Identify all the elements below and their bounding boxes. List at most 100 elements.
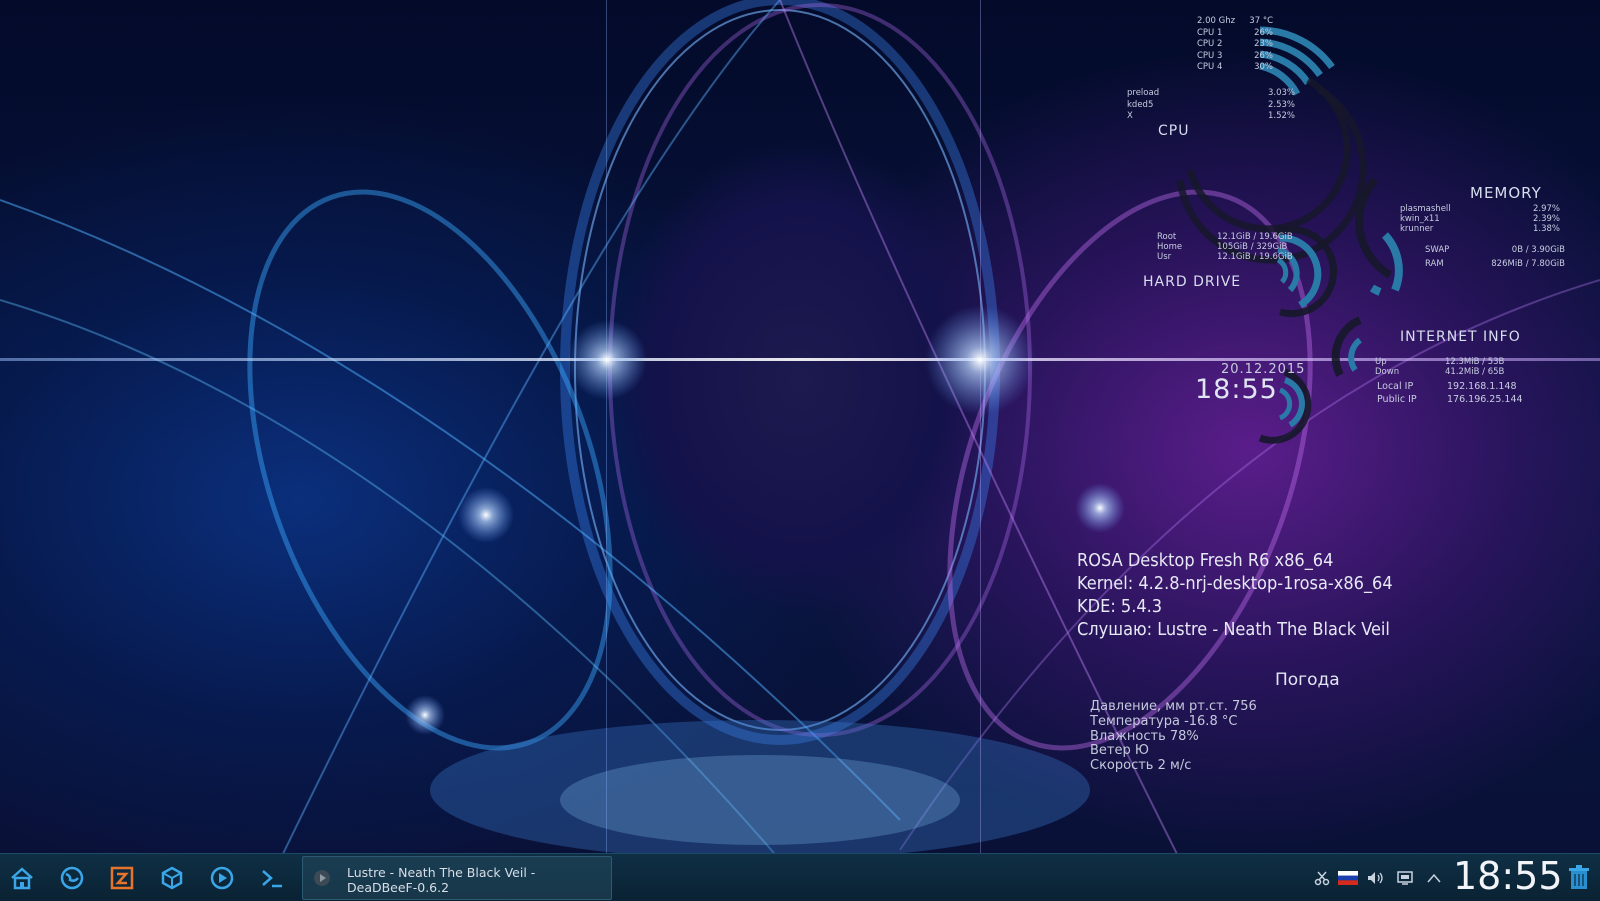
cpu-core-row: CPU 1 26% — [1197, 28, 1273, 40]
home-icon — [11, 867, 33, 890]
weather-wind-speed: Скорость 2 м/с — [1090, 758, 1192, 774]
cpu-title: CPU — [1158, 123, 1190, 139]
memory-usage: SWAP 0B / 3.90GiB RAM 826MiB / 7.80GiB — [1425, 243, 1565, 271]
cpu-header: 2.00 Ghz 37 °C CPU 1 26% CPU 2 23% CPU 3… — [1197, 16, 1273, 74]
arrow-up-icon — [1427, 873, 1441, 883]
task-title-line2: DeaDBeeF-0.6.2 — [347, 880, 450, 895]
browser-launcher[interactable] — [58, 864, 86, 892]
cpu-core-value: 26% — [1254, 50, 1273, 61]
terminal-launcher[interactable] — [258, 864, 286, 892]
ram-row: RAM 826MiB / 7.80GiB — [1425, 257, 1565, 271]
memory-process-row: krunner 1.38% — [1400, 224, 1560, 234]
internet-traffic: Up 12.3MiB / 53B Down 41.2MiB / 65B — [1375, 357, 1545, 377]
trash-tray[interactable] — [1566, 864, 1592, 892]
swap-row: SWAP 0B / 3.90GiB — [1425, 243, 1565, 257]
os-line: ROSA Desktop Fresh R6 x86_64 — [1077, 550, 1334, 571]
weather-title: Погода — [1275, 670, 1340, 690]
process-name: plasmashell — [1400, 204, 1451, 214]
net-value: 12.3MiB / 53B — [1445, 357, 1505, 367]
process-value: 2.39% — [1532, 214, 1560, 224]
process-name: kwin_x11 — [1400, 214, 1440, 224]
filezilla-icon — [110, 866, 134, 890]
network-tray[interactable] — [1395, 868, 1415, 888]
network-icon — [1397, 871, 1413, 885]
weather-info: Давление, мм рт.ст. 756 Температура -16.… — [1090, 699, 1257, 774]
process-value: 1.52% — [1267, 111, 1295, 121]
net-row: Up 12.3MiB / 53B — [1375, 357, 1545, 367]
swap-label: SWAP — [1425, 245, 1450, 255]
cpu-core-row: CPU 3 26% — [1197, 51, 1273, 63]
drive-value: 12.1GiB / 19.6GiB — [1217, 232, 1293, 242]
cpu-process-list: preload 3.03% kded5 2.53% X 1.52% — [1127, 88, 1295, 123]
cpu-core-value: 30% — [1254, 62, 1273, 72]
cpu-core-name: CPU 1 — [1197, 27, 1223, 38]
hard-drive-title: HARD DRIVE — [1143, 274, 1242, 290]
hard-drive-list: Root 12.1GiB / 19.6GiB Home 105GiB / 329Gi… — [1157, 232, 1293, 262]
task-title: Lustre - Neath The Black Veil - DeaDBeeF… — [347, 865, 535, 895]
trash-icon — [1569, 865, 1589, 889]
memory-gauge — [1355, 177, 1403, 296]
process-name: krunner — [1400, 224, 1434, 234]
cpu-process-row: kded5 2.53% — [1127, 100, 1295, 112]
cpu-core-name: CPU 4 — [1197, 62, 1223, 72]
taskbar-clock[interactable]: 18:55 — [1453, 854, 1563, 898]
process-value: 2.53% — [1267, 99, 1295, 110]
memory-process-row: plasmashell 2.97% — [1400, 204, 1560, 214]
browser-icon — [60, 866, 84, 890]
task-deadbeef[interactable]: Lustre - Neath The Black Veil - DeaDBeeF… — [302, 856, 612, 900]
cpu-core-name: CPU 2 — [1197, 39, 1223, 49]
filezilla-launcher[interactable] — [108, 864, 136, 892]
taskbar: Lustre - Neath The Black Veil - DeaDBeeF… — [0, 853, 1600, 901]
internet-title: INTERNET INFO — [1400, 329, 1521, 345]
net-row: Public IP 176.196.25.144 — [1377, 394, 1547, 407]
package-launcher[interactable] — [158, 864, 186, 892]
process-value: 1.38% — [1532, 224, 1560, 234]
net-label: Local IP — [1377, 381, 1414, 392]
net-row: Down 41.2MiB / 65B — [1375, 367, 1545, 377]
drive-name: Usr — [1157, 252, 1172, 262]
net-value: 176.196.25.144 — [1447, 393, 1523, 405]
volume-tray[interactable] — [1366, 868, 1386, 888]
internet-gauge — [1331, 316, 1362, 377]
cpu-temp: 37 °C — [1249, 16, 1273, 26]
task-title-line1: Lustre - Neath The Black Veil - — [347, 865, 536, 880]
media-player-icon — [210, 866, 234, 890]
conky-time: 18:55 — [1195, 374, 1278, 405]
weather-wind-direction: Ветер Ю — [1090, 743, 1149, 759]
weather-pressure: Давление, мм рт.ст. 756 — [1090, 699, 1257, 714]
ram-label: RAM — [1425, 259, 1444, 269]
media-player-launcher[interactable] — [208, 864, 236, 892]
tray-expand[interactable] — [1424, 868, 1444, 888]
cpu-core-value: 26% — [1254, 27, 1273, 38]
net-value: 41.2MiB / 65B — [1445, 367, 1505, 377]
cpu-core-value: 23% — [1254, 39, 1273, 49]
keyboard-layout-tray[interactable] — [1338, 868, 1358, 888]
process-name: kded5 — [1127, 99, 1154, 110]
deadbeef-icon — [314, 870, 330, 886]
scissors-icon — [1314, 871, 1330, 886]
memory-title: MEMORY — [1470, 184, 1542, 202]
drive-row: Home 105GiB / 329GiB — [1157, 242, 1287, 252]
memory-process-row: kwin_x11 2.39% — [1400, 214, 1560, 224]
weather-temperature: Температура -16.8 °C — [1090, 713, 1238, 729]
now-playing-line: Слушаю: Lustre - Neath The Black Veil — [1077, 619, 1390, 640]
drive-name: Root — [1157, 232, 1177, 242]
net-label: Down — [1375, 367, 1400, 377]
home-launcher[interactable] — [8, 864, 36, 892]
kernel-line: Kernel: 4.2.8-nrj-desktop-1rosa-x86_64 — [1077, 573, 1393, 594]
cpu-process-row: preload 3.03% — [1127, 88, 1295, 100]
clipboard-tray[interactable] — [1312, 868, 1332, 888]
drive-value: 105GiB / 329GiB — [1217, 242, 1288, 252]
cpu-freq: 2.00 Ghz — [1197, 16, 1236, 26]
system-info: ROSA Desktop Fresh R6 x86_64 Kernel: 4.2… — [1077, 549, 1393, 641]
drive-value: 12.1GiB / 19.6GiB — [1217, 252, 1293, 262]
drive-name: Home — [1157, 242, 1183, 252]
volume-icon — [1368, 872, 1383, 884]
russian-flag-icon — [1338, 871, 1358, 885]
process-value: 3.03% — [1267, 88, 1295, 98]
memory-process-list: plasmashell 2.97% kwin_x11 2.39% krunner 1.… — [1400, 204, 1560, 234]
process-name: preload — [1127, 88, 1160, 98]
swap-value: 0B / 3.90GiB — [1511, 245, 1565, 255]
net-label: Up — [1375, 357, 1387, 367]
cpu-core-row: CPU 2 23% — [1197, 39, 1273, 51]
